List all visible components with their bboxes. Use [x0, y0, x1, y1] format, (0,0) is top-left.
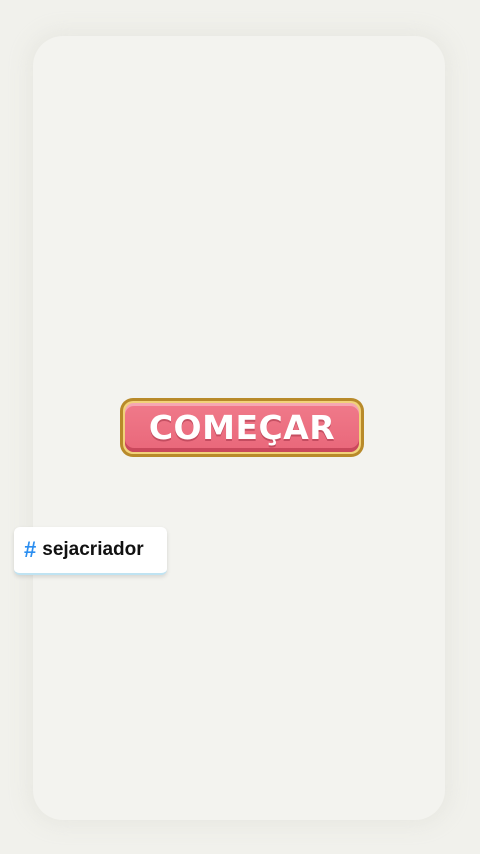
- screen: COMEÇAR # sejacriador: [0, 0, 480, 854]
- hash-icon: #: [24, 537, 37, 562]
- hashtag-sticker[interactable]: # sejacriador: [14, 527, 167, 575]
- start-button-label: COMEÇAR: [125, 403, 359, 452]
- start-button-border: COMEÇAR: [123, 401, 361, 454]
- start-button[interactable]: COMEÇAR: [120, 398, 364, 457]
- hashtag-text: sejacriador: [42, 539, 144, 560]
